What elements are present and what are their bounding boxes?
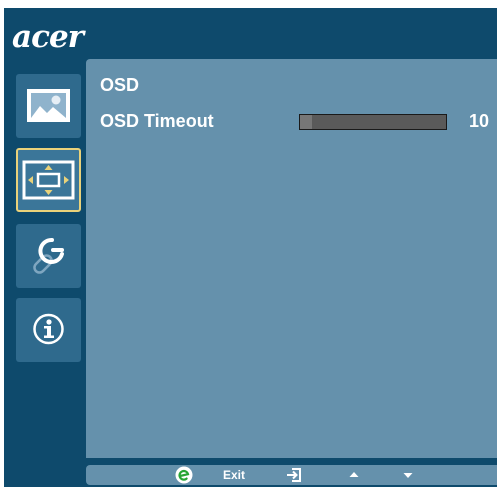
empowering-e-icon <box>175 466 193 484</box>
sidebar-item-settings[interactable] <box>16 224 81 288</box>
osd-position-icon <box>22 160 75 200</box>
osd-timeout-slider[interactable] <box>299 114 447 130</box>
osd-timeout-label: OSD Timeout <box>100 111 214 131</box>
section-title: OSD <box>100 75 140 95</box>
enter-key[interactable] <box>284 465 304 485</box>
wrench-icon <box>33 238 64 274</box>
osd-timeout-value: 10 <box>468 111 489 131</box>
enter-icon <box>287 468 301 482</box>
sidebar-item-picture[interactable] <box>16 74 81 138</box>
picture-icon <box>27 89 70 122</box>
info-icon <box>33 313 64 345</box>
osd-window: acer OSD OSD Timeout 10 Exit <box>0 0 497 487</box>
acer-logo: acer <box>12 19 84 55</box>
down-key[interactable] <box>400 465 416 485</box>
bottom-key-bar: Exit <box>86 465 497 485</box>
sidebar-item-information[interactable] <box>16 298 81 362</box>
content-panel: OSD OSD Timeout 10 <box>86 59 497 458</box>
osd-timeout-slider-fill <box>300 115 313 129</box>
osd-frame: acer OSD OSD Timeout 10 Exit <box>4 8 497 487</box>
up-key[interactable] <box>346 465 362 485</box>
empowering-key[interactable] <box>174 465 194 485</box>
arrow-up-icon <box>349 472 359 477</box>
exit-button[interactable]: Exit <box>223 465 245 485</box>
arrow-down-icon <box>403 473 413 478</box>
sidebar-item-osd[interactable] <box>16 148 81 212</box>
